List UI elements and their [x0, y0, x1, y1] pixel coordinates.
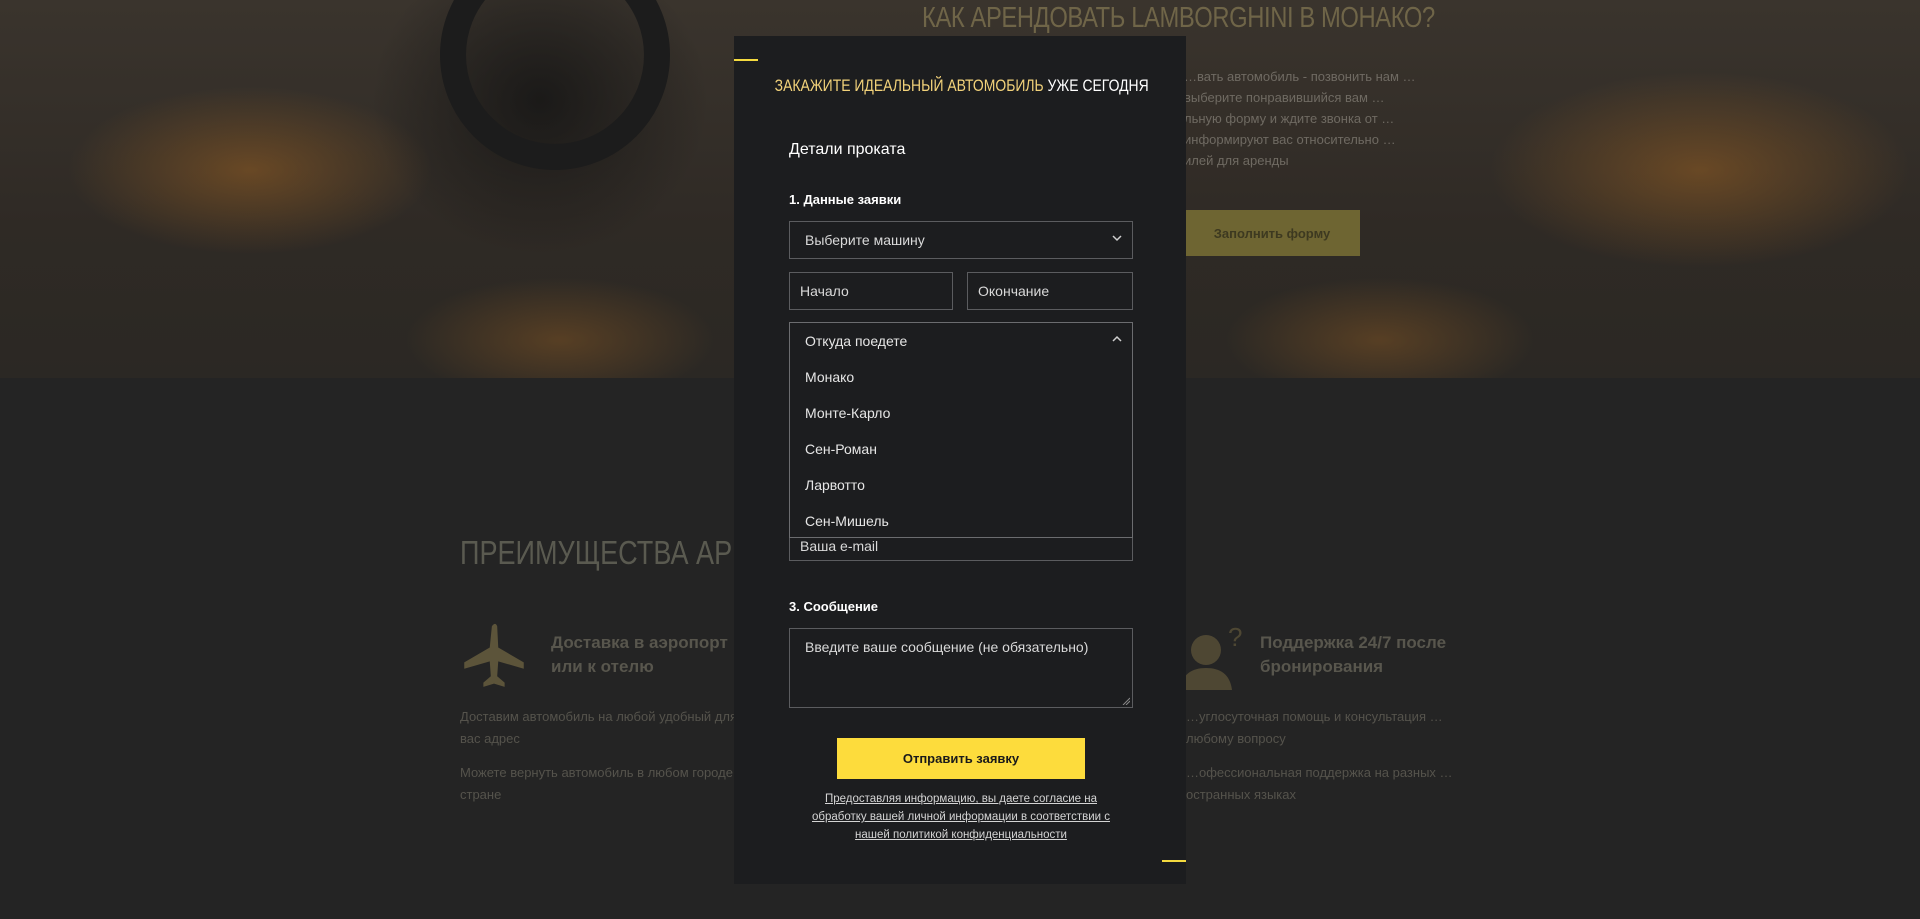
feature-support-text1: …углосуточная помощь и консультация …люб…: [1186, 709, 1443, 746]
step3-heading: 3. Сообщение: [789, 599, 879, 614]
modal-title-rest: УЖЕ СЕГОДНЯ: [1047, 76, 1149, 95]
feature-airport-title-line2: или к отелю: [551, 657, 654, 676]
feature-airport-title-line1: Доставка в аэропорт: [551, 633, 728, 652]
modal-title: ЗАКАЖИТЕ ИДЕАЛЬНЫЙ АВТОМОБИЛЬ УЖЕ СЕГОДН…: [774, 76, 1149, 96]
accent-line-top: [734, 59, 758, 61]
end-date-input[interactable]: Окончание: [967, 272, 1133, 310]
feature-airport-text1: Доставим автомобиль на любой удобный для…: [460, 709, 738, 746]
privacy-consent-link[interactable]: Предоставляя информацию, вы даете соглас…: [800, 790, 1122, 844]
hero-text: …вать автомобиль - позвонить нам … выбер…: [1184, 69, 1416, 168]
dropdown-option-saint-roman[interactable]: Сен-Роман: [790, 431, 1132, 467]
email-placeholder: Ваша e-mail: [800, 538, 879, 554]
airplane-icon: [464, 623, 524, 687]
chevron-up-icon: [1112, 335, 1122, 342]
from-location-select[interactable]: Откуда поедете: [790, 323, 1132, 359]
modal-title-highlight: ЗАКАЖИТЕ ИДЕАЛЬНЫЙ АВТОМОБИЛЬ: [774, 76, 1044, 95]
fill-form-button[interactable]: Заполнить форму: [1184, 210, 1360, 256]
message-textarea[interactable]: Введите ваше сообщение (не обязательно): [789, 628, 1133, 708]
accent-line-bottom: [1162, 860, 1186, 862]
svg-text:?: ?: [1228, 624, 1242, 652]
dropdown-option-saint-michel[interactable]: Сен-Мишель: [790, 503, 1132, 539]
chevron-down-icon: [1112, 235, 1122, 242]
submit-button[interactable]: Отправить заявку: [837, 738, 1085, 779]
steering-wheel-image: [440, 0, 670, 170]
rental-details-heading: Детали проката: [789, 141, 906, 158]
end-date-placeholder: Окончание: [978, 283, 1050, 299]
feature-support-text2: …офессиональная поддержка на разных …ост…: [1186, 765, 1453, 802]
from-location-label: Откуда поедете: [805, 333, 908, 349]
dropdown-option-monaco[interactable]: Монако: [790, 359, 1132, 395]
feature-airport-text2: Можете вернуть автомобиль в любом городе…: [460, 765, 759, 802]
support-person-icon: ?: [1180, 624, 1242, 690]
car-select-value: Выберите машину: [805, 232, 925, 248]
hero-title: КАК АРЕНДОВАТЬ LAMBORGHINI В МОНАКО?: [922, 2, 1435, 34]
start-date-placeholder: Начало: [800, 283, 849, 299]
dropdown-option-larvotto[interactable]: Ларвотто: [790, 467, 1132, 503]
from-location-dropdown[interactable]: Откуда поедете Монако Монте-Карло Сен-Ро…: [789, 322, 1133, 538]
step1-heading: 1. Данные заявки: [789, 192, 902, 207]
resize-handle-icon[interactable]: [1122, 697, 1130, 705]
feature-support-title-line1: Поддержка 24/7 после: [1260, 633, 1447, 652]
dropdown-option-monte-carlo[interactable]: Монте-Карло: [790, 395, 1132, 431]
message-placeholder: Введите ваше сообщение (не обязательно): [805, 639, 1089, 655]
order-modal: ЗАКАЖИТЕ ИДЕАЛЬНЫЙ АВТОМОБИЛЬ УЖЕ СЕГОДН…: [734, 36, 1186, 884]
car-select[interactable]: Выберите машину: [789, 221, 1133, 259]
start-date-input[interactable]: Начало: [789, 272, 953, 310]
feature-support-title-line2: бронирования: [1260, 657, 1384, 676]
